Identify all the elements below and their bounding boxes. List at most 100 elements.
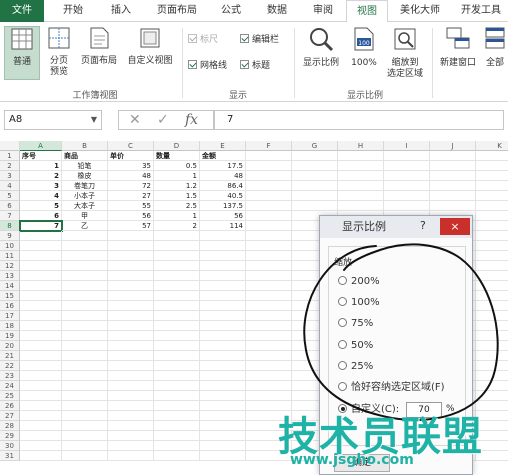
table-cell[interactable] bbox=[246, 211, 292, 221]
table-cell[interactable] bbox=[200, 331, 246, 341]
table-cell[interactable]: 56 bbox=[200, 211, 246, 221]
table-cell[interactable] bbox=[20, 411, 62, 421]
table-cell[interactable] bbox=[246, 351, 292, 361]
table-cell[interactable]: 2 bbox=[154, 221, 200, 231]
table-cell[interactable] bbox=[62, 381, 108, 391]
table-cell[interactable] bbox=[154, 421, 200, 431]
table-cell[interactable] bbox=[200, 401, 246, 411]
table-cell[interactable] bbox=[108, 351, 154, 361]
table-cell[interactable] bbox=[384, 181, 430, 191]
table-cell[interactable] bbox=[338, 151, 384, 161]
table-cell[interactable] bbox=[62, 341, 108, 351]
table-cell[interactable] bbox=[200, 301, 246, 311]
table-cell[interactable] bbox=[384, 191, 430, 201]
table-cell[interactable] bbox=[108, 361, 154, 371]
help-icon[interactable]: ? bbox=[420, 219, 426, 232]
row-header[interactable]: 21 bbox=[0, 351, 20, 361]
column-header-f[interactable]: F bbox=[246, 141, 292, 151]
tab-home[interactable]: 开始 bbox=[52, 0, 94, 22]
table-cell[interactable] bbox=[62, 291, 108, 301]
table-cell[interactable] bbox=[246, 311, 292, 321]
table-cell[interactable] bbox=[476, 331, 508, 341]
table-cell[interactable] bbox=[154, 231, 200, 241]
custom-views-button[interactable]: 自定义视图 bbox=[122, 26, 178, 67]
table-cell[interactable]: 57 bbox=[108, 221, 154, 231]
table-cell[interactable]: 1 bbox=[154, 171, 200, 181]
table-cell[interactable] bbox=[200, 421, 246, 431]
table-cell[interactable] bbox=[20, 341, 62, 351]
table-cell[interactable] bbox=[108, 391, 154, 401]
table-cell[interactable] bbox=[154, 321, 200, 331]
table-cell[interactable] bbox=[476, 191, 508, 201]
row-header[interactable]: 2 bbox=[0, 161, 20, 171]
table-cell[interactable] bbox=[108, 291, 154, 301]
table-cell[interactable] bbox=[62, 301, 108, 311]
table-cell[interactable] bbox=[62, 371, 108, 381]
select-all-corner[interactable] bbox=[0, 141, 20, 151]
row-header[interactable]: 24 bbox=[0, 381, 20, 391]
table-cell[interactable] bbox=[476, 321, 508, 331]
column-header-k[interactable]: K bbox=[476, 141, 508, 151]
table-cell[interactable]: 3 bbox=[20, 181, 62, 191]
table-cell[interactable] bbox=[476, 151, 508, 161]
table-cell[interactable]: 86.4 bbox=[200, 181, 246, 191]
table-cell[interactable] bbox=[20, 231, 62, 241]
table-cell[interactable] bbox=[246, 191, 292, 201]
table-cell[interactable] bbox=[20, 311, 62, 321]
zoom-option-25[interactable]: 25% bbox=[338, 361, 373, 373]
row-header[interactable]: 27 bbox=[0, 411, 20, 421]
table-cell[interactable] bbox=[200, 431, 246, 441]
table-cell[interactable]: 商品 bbox=[62, 151, 108, 161]
table-cell[interactable] bbox=[246, 221, 292, 231]
row-header[interactable]: 9 bbox=[0, 231, 20, 241]
table-cell[interactable]: 单价 bbox=[108, 151, 154, 161]
close-button[interactable]: × bbox=[440, 218, 470, 235]
column-header-a[interactable]: A bbox=[20, 141, 62, 151]
row-header[interactable]: 26 bbox=[0, 401, 20, 411]
table-cell[interactable] bbox=[108, 381, 154, 391]
table-cell[interactable] bbox=[20, 301, 62, 311]
table-cell[interactable] bbox=[154, 351, 200, 361]
table-cell[interactable] bbox=[246, 321, 292, 331]
table-cell[interactable] bbox=[246, 181, 292, 191]
table-cell[interactable] bbox=[200, 351, 246, 361]
table-cell[interactable] bbox=[200, 391, 246, 401]
table-cell[interactable] bbox=[154, 401, 200, 411]
table-cell[interactable] bbox=[476, 231, 508, 241]
zoom-option-100[interactable]: 100% bbox=[338, 297, 380, 309]
table-cell[interactable] bbox=[62, 251, 108, 261]
tab-developer[interactable]: 开发工具 bbox=[454, 0, 508, 22]
tab-formulas[interactable]: 公式 bbox=[210, 0, 252, 22]
table-cell[interactable]: 4 bbox=[20, 191, 62, 201]
table-cell[interactable] bbox=[108, 271, 154, 281]
table-cell[interactable]: 卷笔刀 bbox=[62, 181, 108, 191]
table-cell[interactable] bbox=[246, 241, 292, 251]
table-cell[interactable]: 小本子 bbox=[62, 191, 108, 201]
table-cell[interactable] bbox=[476, 381, 508, 391]
table-cell[interactable] bbox=[476, 181, 508, 191]
row-header[interactable]: 30 bbox=[0, 441, 20, 451]
table-cell[interactable]: 56 bbox=[108, 211, 154, 221]
table-cell[interactable]: 48 bbox=[200, 171, 246, 181]
table-cell[interactable] bbox=[154, 311, 200, 321]
table-cell[interactable] bbox=[430, 151, 476, 161]
table-cell[interactable] bbox=[476, 311, 508, 321]
row-header[interactable]: 10 bbox=[0, 241, 20, 251]
table-cell[interactable] bbox=[108, 311, 154, 321]
table-cell[interactable] bbox=[246, 291, 292, 301]
table-cell[interactable] bbox=[200, 231, 246, 241]
table-cell[interactable]: 6 bbox=[20, 211, 62, 221]
table-cell[interactable] bbox=[154, 391, 200, 401]
table-cell[interactable] bbox=[476, 251, 508, 261]
row-header[interactable]: 14 bbox=[0, 281, 20, 291]
table-cell[interactable] bbox=[154, 361, 200, 371]
table-cell[interactable] bbox=[154, 261, 200, 271]
gridlines-checkbox[interactable]: 网格线 bbox=[188, 60, 227, 72]
row-header[interactable]: 23 bbox=[0, 371, 20, 381]
table-cell[interactable] bbox=[200, 441, 246, 451]
table-cell[interactable]: 数量 bbox=[154, 151, 200, 161]
table-cell[interactable] bbox=[200, 371, 246, 381]
row-header[interactable]: 25 bbox=[0, 391, 20, 401]
table-cell[interactable]: 114 bbox=[200, 221, 246, 231]
row-header[interactable]: 11 bbox=[0, 251, 20, 261]
